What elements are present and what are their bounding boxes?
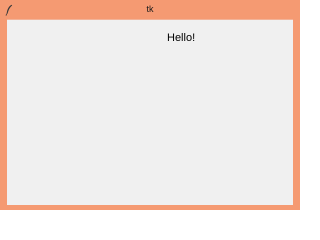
window-title: tk bbox=[146, 4, 154, 14]
window-bottom-border bbox=[0, 205, 300, 210]
title-bar[interactable]: tk bbox=[0, 0, 300, 19]
tk-window: tk Hello! bbox=[0, 0, 300, 210]
window-client-area: Hello! bbox=[7, 19, 293, 205]
hello-label: Hello! bbox=[167, 32, 196, 44]
